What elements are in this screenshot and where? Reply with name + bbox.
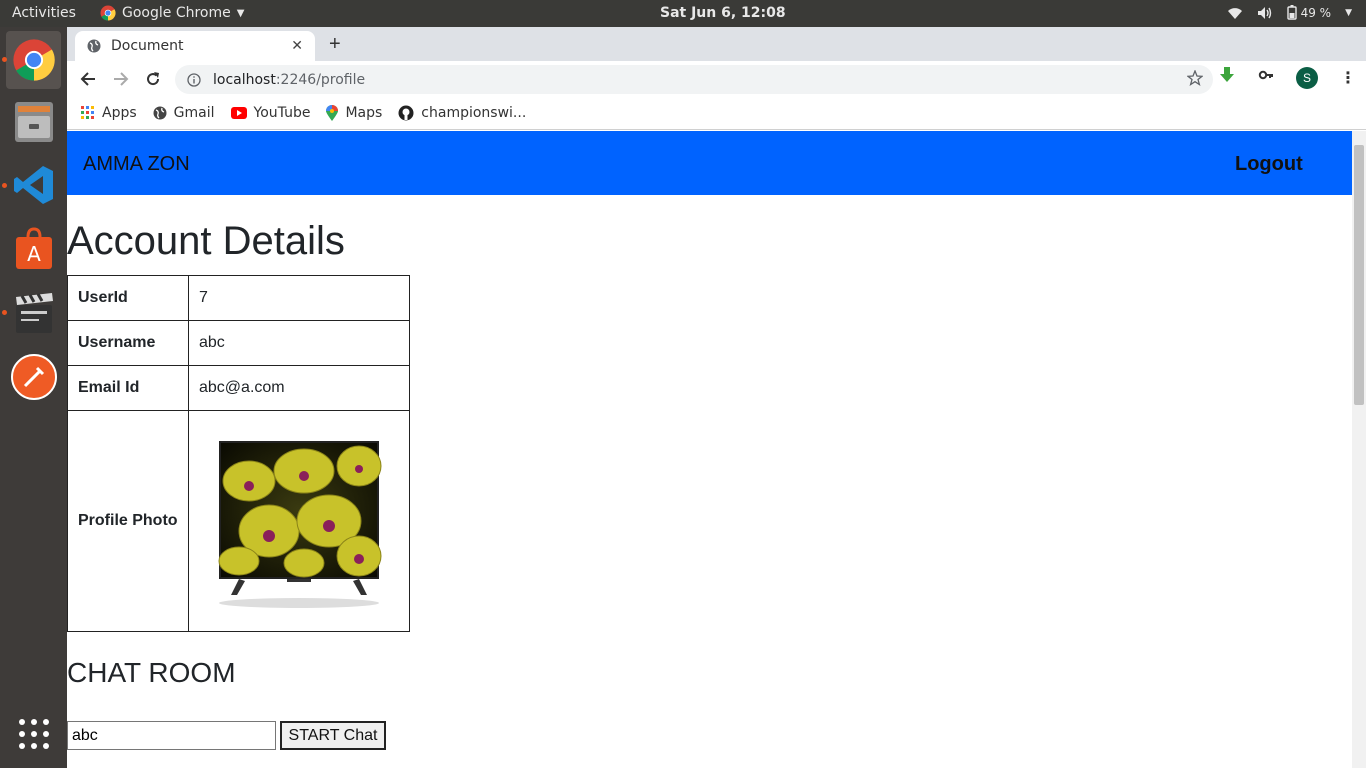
bookmark-github[interactable]: championswi... (398, 105, 526, 121)
bookmark-label: championswi... (421, 105, 527, 121)
forward-arrow-icon (114, 72, 129, 86)
volume-icon (1257, 6, 1271, 19)
scrollbar-thumb[interactable] (1354, 145, 1364, 405)
vscode-icon (13, 166, 53, 204)
bookmark-label: Maps (345, 105, 383, 121)
globe-icon (153, 106, 167, 120)
forward-button[interactable] (110, 68, 132, 90)
dock: A (0, 27, 67, 768)
table-row: Username abc (67, 320, 410, 366)
page-title: Account Details (67, 219, 345, 263)
battery-icon (1286, 5, 1297, 20)
bookmark-youtube[interactable]: YouTube (230, 105, 311, 121)
wifi-icon (1227, 7, 1242, 19)
table-row: Email Id abc@a.com (67, 365, 410, 411)
field-label: Profile Photo (67, 410, 189, 632)
bookmark-apps[interactable]: Apps (81, 105, 137, 121)
svg-text:A: A (27, 242, 41, 266)
start-chat-button[interactable]: START Chat (280, 721, 386, 750)
profile-photo-cell (188, 410, 410, 632)
table-row: Profile Photo (67, 410, 410, 632)
github-icon (398, 105, 414, 121)
field-value: abc (188, 320, 410, 366)
back-button[interactable] (77, 68, 99, 90)
tab-document[interactable]: Document ✕ (75, 31, 315, 61)
map-pin-icon (326, 105, 339, 121)
bookmark-maps[interactable]: Maps (326, 105, 382, 121)
chevron-down-icon: ▼ (236, 7, 245, 19)
file-cabinet-icon (14, 102, 53, 142)
app-grid-icon (18, 719, 49, 749)
back-arrow-icon (80, 72, 95, 86)
url-host: localhost (213, 71, 276, 88)
show-applications-button[interactable] (6, 705, 61, 763)
system-tray[interactable]: 49 % ▼ (1227, 5, 1352, 20)
bookmark-label: YouTube (253, 105, 311, 121)
dock-software[interactable]: A (6, 220, 61, 278)
running-indicator (2, 57, 7, 62)
tab-strip: Document ✕ + (67, 27, 1366, 61)
info-icon (187, 72, 201, 87)
chat-username-input[interactable] (67, 721, 276, 750)
clapperboard-icon (15, 293, 53, 333)
apps-grid-icon (81, 106, 94, 119)
dock-chrome[interactable] (6, 31, 61, 89)
bookmark-star-icon[interactable] (1186, 69, 1204, 90)
postman-icon (10, 354, 57, 400)
key-icon[interactable] (1258, 67, 1274, 88)
dock-video-editor[interactable] (6, 284, 61, 342)
close-tab-icon[interactable]: ✕ (291, 38, 303, 54)
field-label: Username (67, 320, 189, 366)
chat-room-heading: CHAT ROOM (67, 657, 236, 688)
field-label: Email Id (67, 365, 189, 411)
logout-link[interactable]: Logout (1235, 153, 1303, 176)
table-row: UserId 7 (67, 275, 410, 321)
new-tab-button[interactable]: + (329, 33, 341, 56)
browser-toolbar: localhost:2246/profile S ⋮ (67, 61, 1366, 97)
dock-postman[interactable] (6, 348, 61, 406)
reload-button[interactable] (142, 68, 164, 90)
site-navbar: AMMA ZON Logout (67, 131, 1352, 195)
url-path: :2246/profile (275, 71, 366, 88)
address-bar[interactable]: localhost:2246/profile (175, 65, 1213, 94)
activities-button[interactable]: Activities (12, 5, 76, 21)
system-top-bar: Activities Google Chrome ▼ Sat Jun 6, 12… (0, 0, 1366, 27)
chrome-icon (12, 39, 55, 81)
running-indicator (2, 310, 7, 315)
globe-icon (87, 39, 101, 53)
bookmark-gmail[interactable]: Gmail (153, 105, 215, 121)
dock-vscode[interactable] (6, 156, 61, 214)
power-menu-icon: ▼ (1345, 7, 1352, 18)
more-menu-icon[interactable]: ⋮ (1340, 68, 1356, 88)
app-menu-label: Google Chrome (122, 5, 231, 21)
field-value: 7 (188, 275, 410, 321)
download-extension-icon[interactable] (1218, 66, 1236, 89)
reload-icon (147, 72, 160, 86)
page-scrollbar[interactable] (1352, 131, 1366, 768)
software-center-icon: A (15, 227, 52, 269)
dock-files[interactable] (6, 93, 61, 151)
profile-avatar[interactable]: S (1296, 66, 1318, 89)
account-details-table: UserId 7 Username abc Email Id abc@a.com… (67, 275, 410, 632)
youtube-icon (230, 107, 247, 119)
profile-photo (218, 441, 382, 608)
field-value: abc@a.com (188, 365, 410, 411)
chrome-icon (100, 5, 116, 21)
brand-link[interactable]: AMMA ZON (83, 153, 190, 176)
bookmark-label: Gmail (173, 105, 215, 121)
running-indicator (2, 183, 7, 188)
field-label: UserId (67, 275, 189, 321)
app-menu[interactable]: Google Chrome ▼ (100, 5, 244, 21)
bookmarks-bar: Apps Gmail YouTube Maps championswi... (67, 97, 1366, 130)
battery-level: 49 % (1300, 5, 1332, 20)
tab-title: Document (111, 38, 184, 54)
bookmark-label: Apps (102, 105, 137, 121)
web-page: AMMA ZON Logout Account Details UserId 7… (67, 131, 1352, 768)
clock[interactable]: Sat Jun 6, 12:08 (660, 5, 786, 21)
